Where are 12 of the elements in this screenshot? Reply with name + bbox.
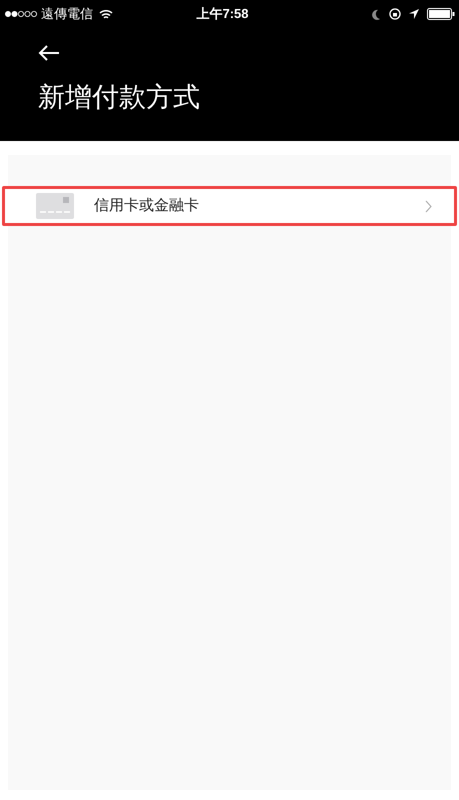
moon-icon [372, 8, 381, 20]
battery-icon [427, 8, 455, 20]
signal-icon [4, 10, 38, 18]
status-time: 上午7:58 [196, 5, 249, 24]
carrier-name: 遠傳電信 [41, 5, 93, 24]
credit-card-icon [36, 193, 74, 219]
location-arrow-icon [409, 9, 419, 19]
page-title: 新增付款方式 [38, 81, 201, 114]
payment-option[interactable]: 信用卡或金融卡 [2, 186, 457, 226]
chevron-right-icon [425, 200, 432, 212]
wifi-icon [99, 8, 113, 20]
rotation-lock-icon [389, 8, 401, 20]
